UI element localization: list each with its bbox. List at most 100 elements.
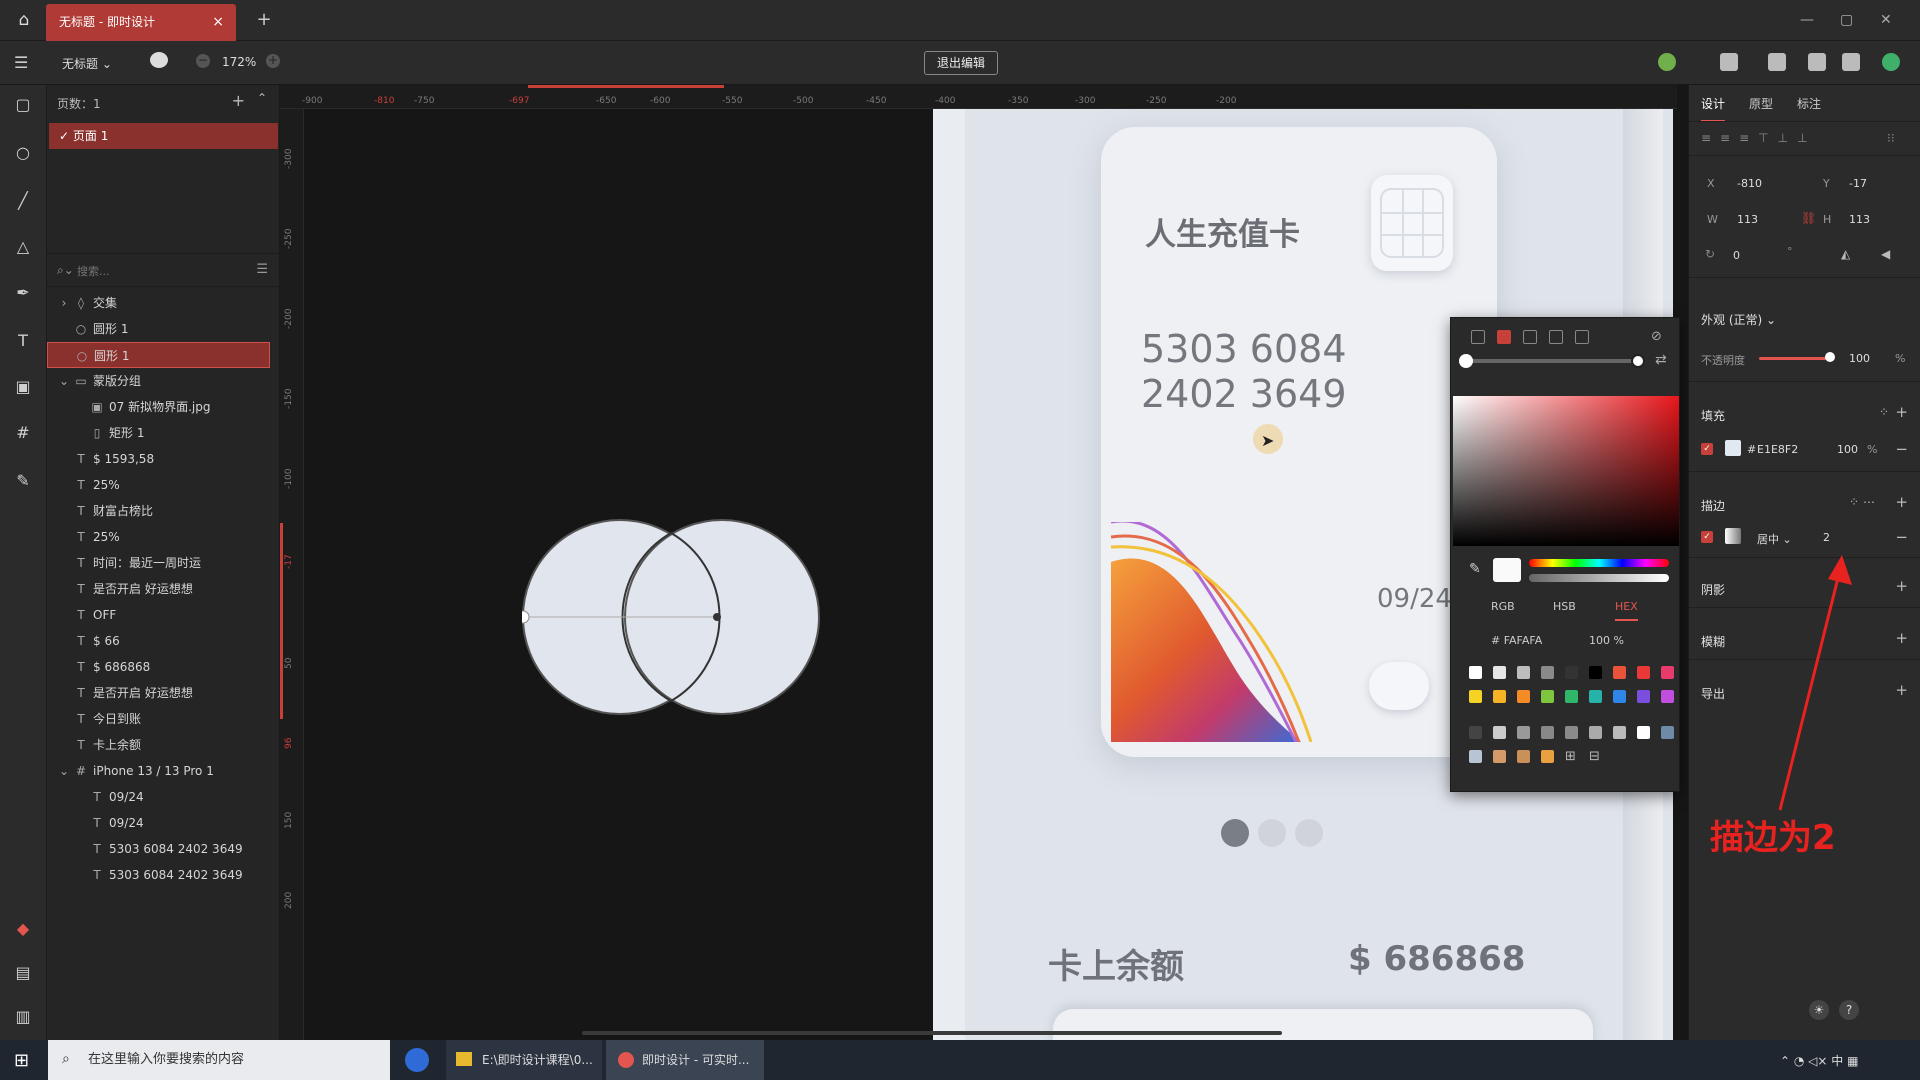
align-icons[interactable]: ≡≡≡⊤⊥⊥: [1701, 131, 1817, 145]
close-tab-icon[interactable]: ×: [212, 4, 224, 41]
file-name-dropdown[interactable]: 无标题 ⌄: [62, 55, 112, 72]
add-fill-button[interactable]: +: [1895, 403, 1908, 421]
expander-icon[interactable]: ⌄: [59, 368, 69, 394]
assets-icon[interactable]: ▤: [11, 961, 35, 985]
layer-item[interactable]: T 09/24: [47, 810, 280, 836]
stroke-checkbox[interactable]: ✓: [1701, 531, 1713, 543]
fill-opacity-input[interactable]: 100: [1837, 443, 1858, 456]
add-page-button[interactable]: +: [232, 91, 245, 110]
remove-stroke-button[interactable]: −: [1895, 528, 1908, 546]
color-swatch[interactable]: [1517, 750, 1530, 763]
search-input[interactable]: [77, 262, 227, 280]
add-shadow-button[interactable]: +: [1895, 577, 1908, 595]
browser-icon[interactable]: [405, 1048, 429, 1072]
alpha-slider[interactable]: [1529, 574, 1669, 582]
color-swatch[interactable]: [1613, 666, 1626, 679]
image-mode-icon[interactable]: [1575, 330, 1589, 344]
line-tool-icon[interactable]: ╱: [11, 189, 35, 213]
appearance-dropdown[interactable]: 外观 (正常) ⌄: [1701, 311, 1776, 328]
color-swatch[interactable]: [1541, 750, 1554, 763]
remove-fill-button[interactable]: −: [1895, 440, 1908, 458]
layer-item[interactable]: T 时间：最近一周时运: [47, 550, 280, 576]
layer-item[interactable]: ○ 圆形 1: [47, 316, 280, 342]
triangle-tool-icon[interactable]: △: [11, 235, 35, 259]
color-swatch[interactable]: [1541, 726, 1554, 739]
layers-icon[interactable]: ◆: [11, 917, 35, 941]
system-tray[interactable]: ⌃ ◔ ◁× 中 ▦: [1780, 1052, 1858, 1069]
gradient-stop-end[interactable]: [1631, 354, 1645, 368]
text-tool-icon[interactable]: T: [11, 329, 35, 353]
color-swatch[interactable]: [1469, 690, 1482, 703]
layer-item[interactable]: T 5303 6084 2402 3649: [47, 836, 280, 862]
flip-horizontal-icon[interactable]: ◭: [1841, 247, 1850, 261]
horizontal-scrollbar[interactable]: [582, 1031, 1282, 1035]
layer-item[interactable]: ▯ 矩形 1: [47, 420, 280, 446]
solid-mode-icon[interactable]: [1471, 330, 1485, 344]
opacity-input[interactable]: 100: [1849, 352, 1870, 365]
image-tool-icon[interactable]: ▣: [11, 375, 35, 399]
layer-item[interactable]: T 5303 6084 2402 3649: [47, 862, 280, 888]
windows-start-icon[interactable]: ⊞: [14, 1050, 29, 1071]
maximize-icon[interactable]: ▢: [1840, 12, 1853, 28]
user-icon[interactable]: [1768, 53, 1786, 71]
linear-mode-icon[interactable]: [1497, 330, 1511, 344]
color-swatch[interactable]: [1565, 726, 1578, 739]
fill-color-swatch[interactable]: [1725, 440, 1741, 456]
layer-item[interactable]: › ◊ 交集: [47, 290, 280, 316]
close-window-icon[interactable]: ✕: [1880, 12, 1892, 28]
zoom-level[interactable]: 172%: [222, 55, 256, 69]
color-swatch[interactable]: [1541, 666, 1554, 679]
color-swatch[interactable]: [1517, 690, 1530, 703]
zoom-out-button[interactable]: −: [196, 54, 210, 68]
layer-item[interactable]: T $ 686868: [47, 654, 280, 680]
color-swatch[interactable]: [1469, 726, 1482, 739]
comment-icon[interactable]: [150, 52, 168, 68]
tab-document[interactable]: 无标题 - 即时设计 ×: [46, 4, 236, 41]
expander-icon[interactable]: ›: [59, 290, 69, 316]
y-input[interactable]: -17: [1849, 177, 1867, 190]
stroke-options-icon[interactable]: ⁘⋯: [1849, 495, 1879, 509]
layer-item[interactable]: T 今日到账: [47, 706, 280, 732]
color-swatch[interactable]: [1637, 690, 1650, 703]
add-swatch-icon[interactable]: ⊞: [1565, 750, 1578, 763]
gradient-track[interactable]: [1465, 359, 1635, 363]
credit-card[interactable]: 人生充值卡 5303 6084 2402 3649 09/24: [1101, 127, 1497, 757]
ellipse-tool-icon[interactable]: ○: [11, 141, 35, 165]
layer-item[interactable]: ⌄ # iPhone 13 / 13 Pro 1: [47, 758, 280, 784]
tab-hsb[interactable]: HSB: [1553, 600, 1576, 613]
help-icon[interactable]: ?: [1839, 1000, 1859, 1020]
fill-styles-icon[interactable]: ⁘: [1879, 405, 1889, 419]
library-icon[interactable]: ▥: [11, 1005, 35, 1029]
lock-ratio-icon[interactable]: ⛓: [1801, 211, 1816, 225]
page-item[interactable]: ✓ 页面 1: [49, 123, 278, 149]
h-input[interactable]: 113: [1849, 213, 1870, 226]
share-icon[interactable]: [1842, 53, 1860, 71]
layer-item[interactable]: T 25%: [47, 472, 280, 498]
color-swatch[interactable]: [1637, 666, 1650, 679]
color-swatch[interactable]: [1661, 690, 1674, 703]
play-icon[interactable]: [1808, 53, 1826, 71]
sync-status-icon[interactable]: [1882, 53, 1900, 71]
color-picker[interactable]: ⊘ ⇄ ✎ RGB HSB HEX # FAFAFA 100 % ⊞ ⊟: [1450, 317, 1680, 792]
color-swatch[interactable]: [1565, 690, 1578, 703]
collaborator-avatar[interactable]: [1658, 53, 1676, 71]
angular-mode-icon[interactable]: [1549, 330, 1563, 344]
layer-item[interactable]: T 是否开启 好运想想: [47, 576, 280, 602]
tab-rgb[interactable]: RGB: [1491, 600, 1515, 613]
layer-item[interactable]: ▣ 07 新拟物界面.jpg: [47, 394, 280, 420]
opacity-slider[interactable]: [1759, 357, 1829, 360]
radial-mode-icon[interactable]: [1523, 330, 1537, 344]
color-swatch[interactable]: [1493, 750, 1506, 763]
rotation-input[interactable]: 0: [1733, 249, 1740, 262]
color-swatch[interactable]: [1493, 726, 1506, 739]
resize-handle[interactable]: [522, 610, 530, 624]
swap-icon[interactable]: ⇄: [1655, 352, 1667, 368]
circles-selection[interactable]: [522, 515, 822, 715]
card-toggle[interactable]: [1369, 662, 1429, 710]
layer-item[interactable]: T 25%: [47, 524, 280, 550]
layer-item[interactable]: T 是否开启 好运想想: [47, 680, 280, 706]
w-input[interactable]: 113: [1737, 213, 1758, 226]
layer-item[interactable]: ⌄ ▭ 蒙版分组: [47, 368, 280, 394]
fill-hex-input[interactable]: E1E8F2: [1757, 443, 1798, 456]
layer-item[interactable]: T 卡上余额: [47, 732, 280, 758]
